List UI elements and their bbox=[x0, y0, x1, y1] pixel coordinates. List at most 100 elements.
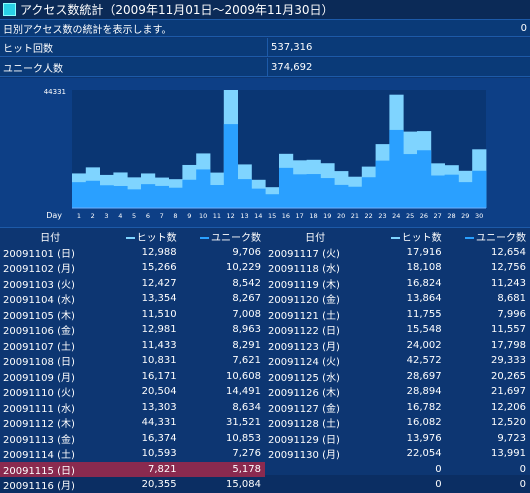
row-hits: 10,831 bbox=[141, 355, 177, 367]
table-row: 20091110 (火) 20,504 14,491 bbox=[0, 384, 265, 400]
row-hits: 0 bbox=[435, 463, 442, 475]
table-row: 20091109 (月) 16,171 10,608 bbox=[0, 369, 265, 385]
row-date: 20091117 (火) bbox=[268, 248, 340, 260]
table-row: 20091130 (月) 22,054 13,991 bbox=[265, 446, 530, 462]
row-date: 20091129 (日) bbox=[268, 434, 340, 446]
table-row: 20091122 (日) 15,548 11,557 bbox=[265, 322, 530, 338]
x-tick-label: 22 bbox=[365, 212, 373, 220]
row-hits: 42,572 bbox=[406, 355, 442, 367]
series-2-bar bbox=[85, 180, 100, 208]
row-hits: 20,504 bbox=[141, 386, 177, 398]
row-unique: 11,557 bbox=[491, 324, 526, 336]
row-hits: 7,821 bbox=[148, 463, 177, 475]
row-hits: 0 bbox=[435, 479, 442, 491]
row-date: 20091116 (月) bbox=[3, 481, 75, 493]
row-unique: 20,265 bbox=[491, 370, 526, 382]
row-date: 20091125 (水) bbox=[268, 372, 340, 384]
header-date: 日付 bbox=[40, 233, 61, 245]
row-unique: 17,798 bbox=[491, 339, 526, 351]
row-unique: 10,608 bbox=[226, 370, 261, 382]
row-hits: 44,331 bbox=[141, 417, 177, 429]
summary-row-unique: ユニーク人数 374,692 bbox=[0, 58, 530, 77]
series-2-bar bbox=[320, 178, 335, 208]
stats-window: アクセス数統計（2009年11月01日～2009年11月30日） 日別アクセス数… bbox=[0, 0, 530, 492]
chart-panel: 44331 Day 1 2 3 4 5 6 7 8 9 10 11 12 13 14 15 16 17 18 19 20 2… bbox=[0, 78, 530, 228]
x-tick-label: 26 bbox=[420, 212, 428, 220]
row-hits: 20,355 bbox=[141, 479, 177, 491]
row-unique: 10,229 bbox=[226, 262, 261, 274]
x-axis-label: Day bbox=[46, 211, 62, 220]
series-2-bar bbox=[154, 185, 169, 208]
row-unique: 8,542 bbox=[232, 277, 261, 289]
row-date: 20091105 (木) bbox=[3, 310, 75, 322]
series-2-bar bbox=[417, 150, 432, 208]
row-unique: 12,206 bbox=[491, 401, 526, 413]
row-date: 20091126 (木) bbox=[268, 388, 340, 400]
row-date: 20091107 (土) bbox=[3, 341, 75, 353]
table-row: 20091128 (土) 16,082 12,520 bbox=[265, 415, 530, 431]
x-tick-label: 15 bbox=[268, 212, 276, 220]
x-tick-label: 11 bbox=[213, 212, 221, 220]
series-2-bar bbox=[127, 189, 142, 208]
row-hits: 11,755 bbox=[406, 308, 442, 320]
series-2-bar bbox=[141, 184, 156, 208]
row-hits: 17,916 bbox=[406, 246, 442, 258]
series-2-bar bbox=[430, 175, 445, 208]
x-tick-label: 3 bbox=[104, 212, 108, 220]
series-2-bar bbox=[196, 169, 211, 208]
x-tick-label: 23 bbox=[378, 212, 386, 220]
row-date: 20091113 (金) bbox=[3, 434, 75, 446]
page-title: アクセス数統計（2009年11月01日～2009年11月30日） bbox=[20, 3, 334, 17]
row-unique: 13,991 bbox=[491, 448, 526, 460]
x-tick-label: 5 bbox=[132, 212, 136, 220]
row-hits: 15,548 bbox=[406, 324, 442, 336]
row-unique: 0 bbox=[519, 463, 526, 475]
series-2-bar bbox=[472, 170, 487, 208]
row-unique: 8,291 bbox=[232, 339, 261, 351]
row-date: 20091101 (日) bbox=[3, 248, 75, 260]
row-unique: 9,706 bbox=[232, 246, 261, 258]
row-hits: 12,988 bbox=[141, 246, 177, 258]
table-row: 20091119 (木) 16,824 11,243 bbox=[265, 276, 530, 292]
x-tick-label: 18 bbox=[309, 212, 317, 220]
x-tick-label: 1 bbox=[77, 212, 81, 220]
subtitle-bar: 日別アクセス数の統計を表示します。 0 bbox=[0, 19, 530, 37]
row-hits: 13,976 bbox=[406, 432, 442, 444]
row-date: 20091104 (水) bbox=[3, 295, 75, 307]
row-hits: 10,593 bbox=[141, 448, 177, 460]
series-2-bar bbox=[99, 185, 114, 208]
row-date: 20091110 (火) bbox=[3, 388, 75, 400]
series-2-bar bbox=[279, 167, 294, 208]
series-2-bar bbox=[348, 186, 363, 208]
x-tick-label: 17 bbox=[296, 212, 304, 220]
series-2-bar bbox=[182, 179, 197, 208]
summary-value: 537,316 bbox=[271, 41, 313, 53]
subtitle-text: 日別アクセス数の統計を表示します。 bbox=[3, 24, 172, 36]
row-date: 20091119 (木) bbox=[268, 279, 340, 291]
row-unique: 8,681 bbox=[497, 293, 526, 305]
row-hits: 24,002 bbox=[406, 339, 442, 351]
row-unique: 12,654 bbox=[491, 246, 526, 258]
table-row: 20091105 (木) 11,510 7,008 bbox=[0, 307, 265, 323]
row-hits: 12,981 bbox=[141, 324, 177, 336]
series-2-bar bbox=[292, 174, 307, 208]
x-tick-label: 21 bbox=[351, 212, 359, 220]
header-hits: ヒット数 bbox=[362, 229, 442, 244]
table-row: 20091124 (火) 42,572 29,333 bbox=[265, 353, 530, 369]
row-unique: 7,276 bbox=[232, 448, 261, 460]
series-2-bar bbox=[210, 185, 225, 208]
row-hits: 16,082 bbox=[406, 417, 442, 429]
table-row: 20091127 (金) 16,782 12,206 bbox=[265, 400, 530, 416]
table-row: 20091121 (土) 11,755 7,996 bbox=[265, 307, 530, 323]
series-2-bar bbox=[265, 194, 280, 208]
x-tick-label: 2 bbox=[91, 212, 95, 220]
row-unique: 14,491 bbox=[226, 386, 261, 398]
table-row: 20091114 (土) 10,593 7,276 bbox=[0, 446, 265, 462]
summary-label: ヒット回数 bbox=[0, 38, 268, 56]
access-chart: 44331Day 1 2 3 4 5 6 7 8 9 10 11 12 13 14 15 16 17 18 19 20 2… bbox=[44, 88, 487, 220]
row-hits: 28,697 bbox=[406, 370, 442, 382]
table-row: 00 bbox=[265, 477, 530, 493]
row-date: 20091124 (火) bbox=[268, 357, 340, 369]
series-2-bar bbox=[306, 174, 321, 208]
row-unique: 15,084 bbox=[226, 479, 261, 491]
